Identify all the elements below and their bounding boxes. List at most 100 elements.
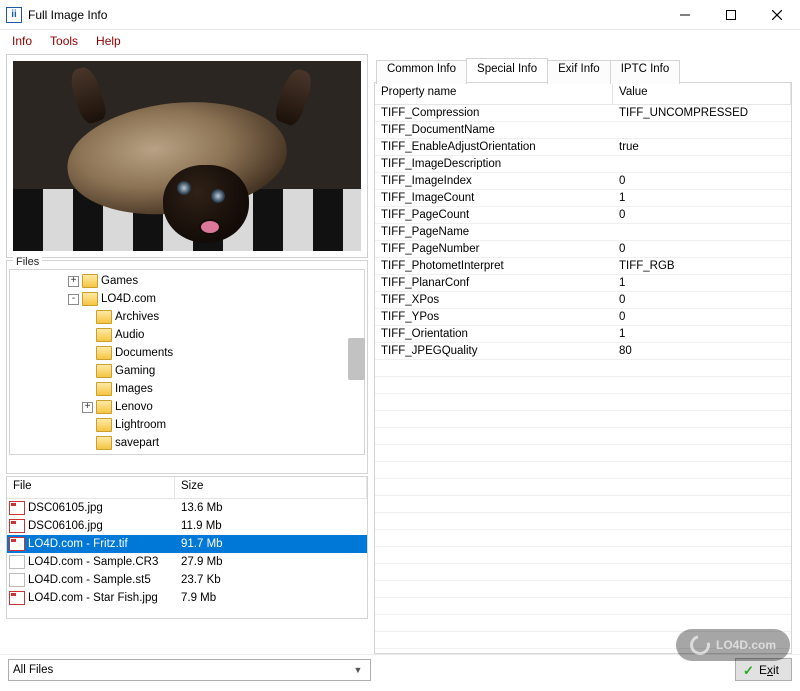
file-size: 91.7 Mb — [175, 538, 367, 550]
property-row[interactable]: TIFF_JPEGQuality80 — [375, 343, 791, 360]
property-panel: Property name Value TIFF_CompressionTIFF… — [374, 82, 792, 654]
file-name: LO4D.com - Sample.st5 — [28, 574, 175, 586]
tree-node[interactable]: +Lenovo — [10, 398, 364, 416]
property-name: TIFF_XPos — [375, 294, 613, 306]
tab-iptc-info[interactable]: IPTC Info — [610, 60, 681, 84]
right-column: Common InfoSpecial InfoExif InfoIPTC Inf… — [372, 54, 794, 654]
image-preview — [13, 61, 361, 251]
tree-node[interactable]: Gaming — [10, 362, 364, 380]
tree-node[interactable]: savepart — [10, 434, 364, 452]
file-row[interactable]: LO4D.com - Star Fish.jpg7.9 Mb — [7, 589, 367, 607]
scrollbar-thumb[interactable] — [348, 338, 365, 380]
tree-node[interactable]: Archives — [10, 308, 364, 326]
property-blank-row — [375, 547, 791, 564]
file-row[interactable]: LO4D.com - Sample.st523.7 Kb — [7, 571, 367, 589]
menu-tools[interactable]: Tools — [42, 32, 86, 50]
property-row[interactable]: TIFF_ImageIndex0 — [375, 173, 791, 190]
file-row[interactable]: LO4D.com - Fritz.tif91.7 Mb — [7, 535, 367, 553]
image-preview-panel — [6, 54, 368, 258]
maximize-button[interactable] — [708, 0, 754, 29]
property-row[interactable]: TIFF_YPos0 — [375, 309, 791, 326]
menu-info[interactable]: Info — [4, 32, 40, 50]
file-filter-value: All Files — [13, 664, 350, 676]
property-row[interactable]: TIFF_PhotometInterpretTIFF_RGB — [375, 258, 791, 275]
column-size[interactable]: Size — [175, 477, 367, 498]
menu-help[interactable]: Help — [88, 32, 129, 50]
tab-exif-info[interactable]: Exif Info — [547, 60, 611, 84]
property-row[interactable]: TIFF_ImageDescription — [375, 156, 791, 173]
property-row[interactable]: TIFF_PlanarConf1 — [375, 275, 791, 292]
folder-tree-panel: Files +Games-LO4D.comArchivesAudioDocume… — [6, 260, 368, 474]
property-body[interactable]: TIFF_CompressionTIFF_UNCOMPRESSED TIFF_Do… — [375, 105, 791, 653]
file-size: 11.9 Mb — [175, 520, 367, 532]
file-row[interactable]: LO4D.com - Sample.CR327.9 Mb — [7, 553, 367, 571]
file-row[interactable]: DSC06105.jpg13.6 Mb — [7, 499, 367, 517]
close-button[interactable] — [754, 0, 800, 29]
titlebar: ii Full Image Info — [0, 0, 800, 30]
property-row[interactable]: TIFF_CompressionTIFF_UNCOMPRESSED — [375, 105, 791, 122]
property-value: 1 — [613, 277, 791, 289]
preview-thumbnail — [13, 61, 361, 251]
file-list-body[interactable]: DSC06105.jpg13.6 MbDSC06106.jpg11.9 MbLO… — [7, 499, 367, 618]
property-row[interactable]: TIFF_EnableAdjustOrientationtrue — [375, 139, 791, 156]
file-row[interactable]: DSC06106.jpg11.9 Mb — [7, 517, 367, 535]
tree-node[interactable]: +Games — [10, 272, 364, 290]
property-name: TIFF_DocumentName — [375, 124, 613, 136]
property-blank-row — [375, 530, 791, 547]
exit-button-label: Exit — [759, 663, 779, 677]
property-value: 0 — [613, 243, 791, 255]
file-filter-dropdown[interactable]: All Files ▼ — [8, 659, 371, 681]
minimize-button[interactable] — [662, 0, 708, 29]
file-name: DSC06106.jpg — [28, 520, 175, 532]
folder-icon — [96, 328, 112, 342]
property-name: TIFF_PageName — [375, 226, 613, 238]
file-size: 13.6 Mb — [175, 502, 367, 514]
tree-expander[interactable]: + — [82, 402, 93, 413]
property-row[interactable]: TIFF_Orientation1 — [375, 326, 791, 343]
column-property-value[interactable]: Value — [613, 83, 791, 104]
tree-node[interactable]: - LO4D.com — [10, 290, 364, 308]
property-value: 0 — [613, 294, 791, 306]
tree-node[interactable]: +Video — [10, 452, 364, 455]
tree-node-label: Audio — [115, 329, 144, 341]
property-row[interactable]: TIFF_ImageCount1 — [375, 190, 791, 207]
property-name: TIFF_Compression — [375, 107, 613, 119]
column-file[interactable]: File — [7, 477, 175, 498]
tree-expander[interactable]: + — [68, 276, 79, 287]
property-name: TIFF_ImageCount — [375, 192, 613, 204]
property-row[interactable]: TIFF_DocumentName — [375, 122, 791, 139]
tree-expander[interactable]: - — [68, 294, 79, 305]
property-row[interactable]: TIFF_PageNumber0 — [375, 241, 791, 258]
tree-node[interactable]: Documents — [10, 344, 364, 362]
info-tabs: Common InfoSpecial InfoExif InfoIPTC Inf… — [376, 58, 794, 82]
left-column: Files +Games-LO4D.comArchivesAudioDocume… — [6, 54, 368, 654]
tree-node-label: LO4D.com — [101, 293, 156, 305]
property-blank-row — [375, 445, 791, 462]
tree-node[interactable]: Lightroom — [10, 416, 364, 434]
property-name: TIFF_ImageIndex — [375, 175, 613, 187]
property-blank-row — [375, 360, 791, 377]
tab-special-info[interactable]: Special Info — [466, 58, 548, 82]
window-controls — [662, 0, 800, 29]
exit-button[interactable]: ✓ Exit — [735, 658, 792, 681]
tree-node[interactable]: Audio — [10, 326, 364, 344]
menubar: Info Tools Help — [0, 30, 800, 52]
folder-icon — [96, 346, 112, 360]
image-file-icon — [9, 591, 25, 605]
property-blank-row — [375, 615, 791, 632]
property-name: TIFF_PlanarConf — [375, 277, 613, 289]
property-row[interactable]: TIFF_PageName — [375, 224, 791, 241]
tree-node[interactable]: Images — [10, 380, 364, 398]
tree-node-label: Archives — [115, 311, 159, 323]
file-icon — [9, 573, 25, 587]
property-row[interactable]: TIFF_PageCount0 — [375, 207, 791, 224]
property-row[interactable]: TIFF_XPos0 — [375, 292, 791, 309]
column-property-name[interactable]: Property name — [375, 83, 613, 104]
bottom-bar: All Files ▼ ✓ Exit — [0, 654, 800, 684]
folder-tree-scroll[interactable]: +Games - LO4D.com Archives Audio DocumentsGam… — [9, 269, 365, 455]
tab-common-info[interactable]: Common Info — [376, 60, 467, 84]
property-blank-row — [375, 496, 791, 513]
property-name: TIFF_YPos — [375, 311, 613, 323]
folder-icon — [96, 400, 112, 414]
tree-node-label: savepart — [115, 437, 159, 449]
